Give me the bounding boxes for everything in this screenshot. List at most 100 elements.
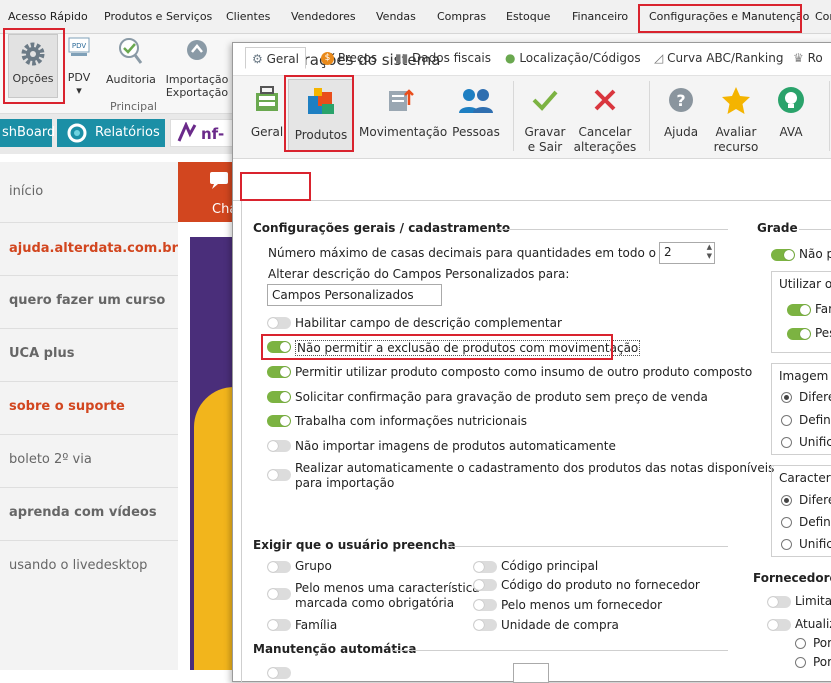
- imagem-option: Definid: [799, 413, 831, 427]
- stepper-up-icon[interactable]: ▲: [707, 243, 712, 251]
- avaliar-recurso-button[interactable]: Avaliar recurso: [709, 85, 763, 155]
- caract-radio-2[interactable]: [781, 517, 792, 528]
- tab-curva-abc[interactable]: ◿ Curva ABC/Ranking: [654, 47, 783, 69]
- toggle-grade-far[interactable]: [787, 304, 811, 316]
- side-item-videos[interactable]: aprenda com vídeos: [9, 505, 157, 520]
- toggle-informacoes-nutricionais[interactable]: [267, 415, 291, 427]
- nf-label: nf-: [201, 125, 225, 143]
- grade-nao-label: Não p: [799, 247, 831, 261]
- toggle-grade-nao[interactable]: [771, 249, 795, 261]
- toggle-descricao-complementar[interactable]: [267, 317, 291, 329]
- ava-button[interactable]: AVA: [771, 85, 811, 140]
- dashboard-button[interactable]: shBoard: [0, 119, 55, 147]
- tab-ro-label: Ro: [807, 51, 823, 65]
- auditoria-button[interactable]: Auditoria: [106, 36, 156, 86]
- toggle-produto-composto[interactable]: [267, 366, 291, 378]
- toggle-codigo-principal[interactable]: [473, 561, 497, 573]
- chat-icon: [210, 172, 228, 189]
- toggle-atualiz[interactable]: [767, 619, 791, 631]
- manutencao-stepper[interactable]: [513, 663, 549, 683]
- exigir-label: Grupo: [295, 559, 332, 573]
- side-item-livedesktop[interactable]: usando o livedesktop: [9, 558, 147, 573]
- menu-estoque[interactable]: Estoque: [506, 10, 550, 23]
- toggle-label: Trabalha com informações nutricionais: [295, 414, 528, 428]
- section-line: [496, 229, 728, 230]
- campos-personalizados-input[interactable]: [267, 284, 442, 306]
- decimais-label: Número máximo de casas decimais para qua…: [268, 246, 707, 260]
- tab-precos[interactable]: $ Preços: [321, 47, 377, 69]
- menu-financeiro[interactable]: Financeiro: [572, 10, 628, 23]
- toggle-nao-importar-imagens[interactable]: [267, 440, 291, 452]
- caracteristica-title: Característ: [779, 471, 831, 485]
- pessoas-toolbar-button[interactable]: Pessoas: [451, 85, 501, 140]
- side-item-inicio[interactable]: início: [9, 184, 43, 199]
- person-icon: ●: [505, 51, 516, 65]
- menu-compras[interactable]: Compras: [437, 10, 486, 23]
- toggle-pelo-menos-fornecedor[interactable]: [473, 599, 497, 611]
- movimentacao-toolbar-button[interactable]: Movimentação: [359, 85, 447, 140]
- tab-ro[interactable]: ♛ Ro: [793, 47, 823, 69]
- decimais-stepper[interactable]: 2 ▲ ▼: [659, 242, 715, 264]
- toggle-manutencao[interactable]: [267, 667, 291, 679]
- exportacao-label: Exportação: [165, 86, 229, 99]
- ribbon-group-label: Principal: [110, 100, 157, 113]
- toggle-confirmacao-sem-preco[interactable]: [267, 391, 291, 403]
- toolbar-separator: [829, 81, 830, 151]
- pessoas-toolbar-label: Pessoas: [452, 125, 500, 139]
- caract-radio-1[interactable]: [781, 495, 792, 506]
- tab-geral[interactable]: ⚙ Geral: [245, 47, 306, 69]
- pdv-button[interactable]: PDV PDV ▾: [64, 36, 94, 97]
- side-item-suporte[interactable]: sobre o suporte: [9, 399, 125, 414]
- toolbar-separator: [649, 81, 650, 151]
- relatorios-icon: [67, 123, 87, 143]
- gravar-label-1: Gravar: [524, 125, 566, 139]
- importacao-exportacao-button[interactable]: Importação Exportação: [164, 36, 230, 99]
- toggle-limitar[interactable]: [767, 596, 791, 608]
- geral-toolbar-button[interactable]: Geral: [245, 85, 289, 140]
- svg-text:?: ?: [676, 91, 685, 110]
- side-item-ajuda[interactable]: ajuda.alterdata.com.br: [9, 241, 178, 256]
- help-icon: ?: [669, 88, 693, 112]
- nf-logo-icon: [177, 122, 197, 142]
- side-divider: [0, 487, 178, 488]
- section-fornecedores-title: Fornecedores: [753, 571, 831, 585]
- por-radio-2[interactable]: [795, 657, 806, 668]
- gravar-sair-button[interactable]: Gravar e Sair: [521, 85, 569, 155]
- toggle-cadastramento-automatico[interactable]: [267, 469, 291, 481]
- cancelar-label-2: alterações: [573, 140, 637, 154]
- toggle-unidade-compra[interactable]: [473, 619, 497, 631]
- toggle-familia[interactable]: [267, 619, 291, 631]
- tab-curva-abc-label: Curva ABC/Ranking: [667, 51, 784, 65]
- menu-cor[interactable]: Cor: [815, 10, 831, 23]
- caract-radio-3[interactable]: [781, 539, 792, 550]
- menu-acesso-rapido[interactable]: Acesso Rápido: [8, 10, 88, 23]
- exigir-label: Código principal: [501, 559, 599, 573]
- tab-geral-gear-icon: ⚙: [252, 52, 263, 66]
- import-export-icon: [187, 40, 207, 60]
- ajuda-button[interactable]: ? Ajuda: [659, 85, 703, 140]
- toggle-caracteristica[interactable]: [267, 588, 291, 600]
- ajuda-label: Ajuda: [663, 125, 699, 139]
- toggle-grade-pes[interactable]: [787, 328, 811, 340]
- side-item-uca-plus[interactable]: UCA plus: [9, 346, 74, 361]
- menu-produtos-servicos[interactable]: Produtos e Serviços: [104, 10, 212, 23]
- importacao-label: Importação: [165, 73, 229, 86]
- side-item-boleto[interactable]: boleto 2º via: [9, 452, 92, 467]
- section-grade-title: Grade: [757, 221, 798, 235]
- menu-vendas[interactable]: Vendas: [376, 10, 416, 23]
- cancelar-alteracoes-button[interactable]: Cancelar alterações: [573, 85, 637, 155]
- toggle-codigo-fornecedor[interactable]: [473, 579, 497, 591]
- cancel-x-icon: [594, 89, 616, 111]
- imagem-radio-1[interactable]: [781, 392, 792, 403]
- imagem-radio-3[interactable]: [781, 437, 792, 448]
- stepper-down-icon[interactable]: ▼: [707, 252, 712, 260]
- menu-vendedores[interactable]: Vendedores: [291, 10, 356, 23]
- toggle-grupo[interactable]: [267, 561, 291, 573]
- side-item-curso[interactable]: quero fazer um curso: [9, 293, 165, 308]
- imagem-radio-2[interactable]: [781, 415, 792, 426]
- por-radio-1[interactable]: [795, 638, 806, 649]
- exigir-label-cont: marcada como obrigatória: [295, 596, 455, 610]
- tab-dados-fiscais[interactable]: ▮▮ Dados fiscais: [395, 47, 491, 69]
- menu-clientes[interactable]: Clientes: [226, 10, 270, 23]
- tab-localizacao-codigos[interactable]: ● Localização/Códigos: [505, 47, 641, 69]
